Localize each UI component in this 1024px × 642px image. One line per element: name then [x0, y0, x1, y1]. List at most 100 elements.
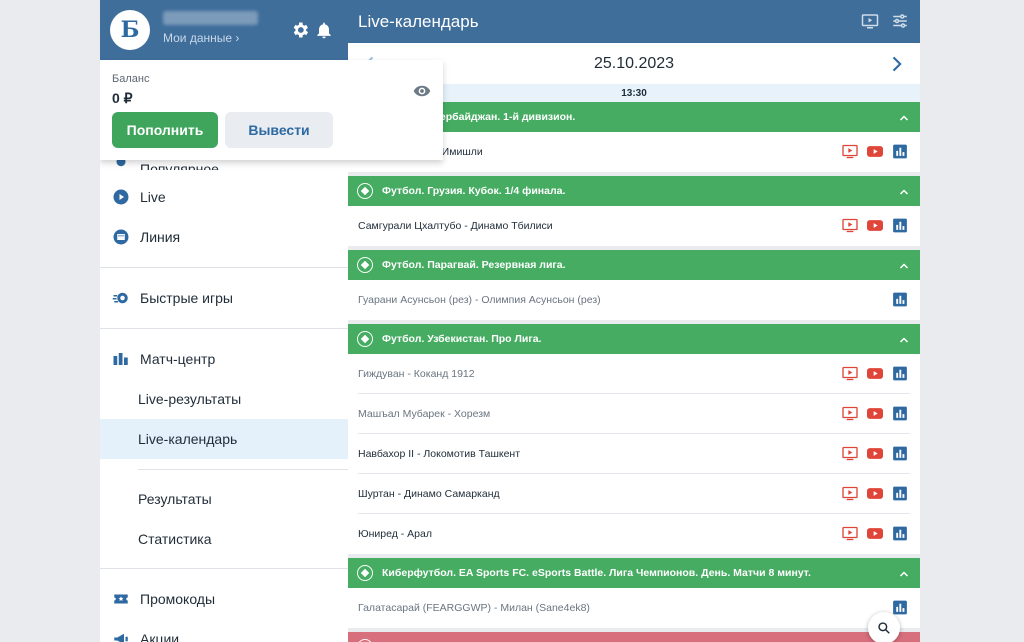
eye-icon[interactable]	[413, 82, 431, 100]
statistics-icon[interactable]	[892, 486, 908, 501]
video-icon[interactable]	[867, 144, 883, 159]
app-frame: Б Мои данные › Баланс 0 ₽ Пополнить Выве…	[100, 0, 920, 642]
match-row[interactable]: Навбахор II - Локомотив Ташкент	[358, 434, 910, 474]
match-row[interactable]: Гиждуван - Коканд 1912	[358, 354, 910, 394]
balance-panel: Баланс 0 ₽ Пополнить Вывести	[100, 60, 443, 160]
deposit-button[interactable]: Пополнить	[112, 112, 218, 148]
league-matches: Галатасарай (FEARGGWP) - Милан (Sane4ek8…	[348, 588, 920, 632]
league-header[interactable]: Футбол. Грузия. Кубок. 1/4 финала.	[348, 176, 920, 206]
match-name: Самгурали Цхалтубо - Динамо Тбилиси	[358, 220, 553, 232]
my-data-link[interactable]: Мои данные ›	[163, 31, 239, 45]
tv-stream-icon[interactable]	[842, 218, 858, 233]
top-bar: Live-календарь	[348, 0, 920, 43]
chevron-up-icon[interactable]	[898, 334, 910, 346]
league-title: Киберфутбол. EA Sports FC. eSports Battl…	[382, 567, 811, 579]
sidebar-item-label: Промокоды	[140, 591, 216, 607]
chevron-up-icon[interactable]	[898, 260, 910, 272]
league-header[interactable]: Футбол. Парагвай. Резервная лига.	[348, 250, 920, 280]
match-row[interactable]: Гуарани Асунсьон (рез) - Олимпия Асунсьо…	[358, 280, 910, 320]
statistics-icon[interactable]	[892, 600, 908, 615]
sidebar-item-label: Популярное	[140, 161, 219, 170]
bell-icon[interactable]	[314, 20, 334, 40]
league-matches: Гиждуван - Коканд 1912 Машъал Мубарек - Х…	[348, 354, 920, 558]
stats-bars-icon	[113, 353, 128, 365]
username-blurred	[163, 11, 258, 25]
withdraw-button[interactable]: Вывести	[225, 112, 333, 148]
sidebar-item-label: Live	[140, 189, 166, 205]
ticket-icon	[114, 594, 128, 604]
soccer-ball-icon	[357, 183, 373, 199]
megaphone-icon	[114, 633, 128, 642]
match-row[interactable]: Юниред - Арал	[358, 514, 910, 554]
search-icon	[878, 622, 890, 634]
chevron-up-icon[interactable]	[898, 568, 910, 580]
sidebar-item-label: Матч-центр	[140, 351, 216, 367]
league-header[interactable]: Настольный теннис. TT-Cup. Мужчины. Поль…	[348, 632, 920, 642]
match-actions	[833, 486, 908, 501]
match-actions	[833, 406, 908, 421]
match-row[interactable]: Машъал Мубарек - Хорезм	[358, 394, 910, 434]
tv-stream-icon[interactable]	[842, 406, 858, 421]
match-name: Навбахор II - Локомотив Ташкент	[358, 447, 521, 460]
soccer-ball-icon	[357, 565, 373, 581]
sidebar-item-label: Линия	[140, 229, 181, 245]
tv-stream-icon[interactable]	[842, 526, 858, 541]
soccer-ball-icon	[357, 257, 373, 273]
search-button[interactable]	[868, 612, 900, 642]
tv-stream-icon[interactable]	[842, 366, 858, 381]
chevron-up-icon[interactable]	[898, 186, 910, 198]
play-circle-icon	[113, 189, 129, 205]
sidebar-item-label: Акции	[140, 631, 180, 642]
statistics-icon[interactable]	[892, 218, 908, 233]
match-actions	[833, 526, 908, 541]
video-icon[interactable]	[867, 366, 883, 381]
statistics-icon[interactable]	[892, 366, 908, 381]
match-name: Гуарани Асунсьон (рез) - Олимпия Асунсьо…	[358, 294, 601, 306]
video-icon[interactable]	[867, 526, 883, 541]
match-name: Машъал Мубарек - Хорезм	[358, 407, 491, 420]
statistics-icon[interactable]	[892, 446, 908, 461]
soccer-ball-icon	[357, 331, 373, 347]
avatar[interactable]: Б	[110, 10, 150, 50]
league-title: Футбол. Парагвай. Резервная лига.	[382, 259, 566, 271]
sidebar-item-label: Live-календарь	[138, 431, 238, 447]
filter-sliders-icon[interactable]	[890, 12, 910, 30]
chevron-right-icon[interactable]	[886, 54, 906, 74]
league-matches: Гуарани Асунсьон (рез) - Олимпия Асунсьо…	[348, 280, 920, 324]
statistics-icon[interactable]	[892, 292, 908, 307]
current-date: 25.10.2023	[593, 54, 675, 72]
tv-stream-icon[interactable]	[842, 144, 858, 159]
match-name: Юниред - Арал	[358, 528, 432, 540]
video-icon[interactable]	[867, 446, 883, 461]
video-icon[interactable]	[867, 486, 883, 501]
sidebar-item-label: Результаты	[138, 491, 212, 507]
statistics-icon[interactable]	[892, 144, 908, 159]
tv-icon[interactable]	[860, 12, 880, 30]
gear-icon[interactable]	[290, 20, 310, 40]
league-header[interactable]: Футбол. Узбекистан. Про Лига.	[348, 324, 920, 354]
league-header[interactable]: Киберфутбол. EA Sports FC. eSports Battl…	[348, 558, 920, 588]
match-name: Шуртан - Динамо Самарканд	[358, 487, 500, 500]
match-name: Гиждуван - Коканд 1912	[358, 367, 475, 380]
video-icon[interactable]	[867, 218, 883, 233]
match-row[interactable]: Самгурали Цхалтубо - Динамо Тбилиси	[358, 206, 910, 246]
balance-label: Баланс	[112, 73, 150, 85]
match-row[interactable]: Шуртан - Динамо Самарканд	[358, 474, 910, 514]
sidebar-item-label: Быстрые игры	[140, 290, 233, 306]
sidebar-item-label: Статистика	[138, 531, 212, 547]
tv-stream-icon[interactable]	[842, 486, 858, 501]
calendar-icon	[113, 229, 129, 245]
balance-value: 0 ₽	[112, 90, 133, 106]
match-row[interactable]: Галатасарай (FEARGGWP) - Милан (Sane4ek8…	[358, 588, 910, 628]
match-name: Галатасарай (FEARGGWP) - Милан (Sane4ek8…	[358, 602, 590, 614]
match-actions	[833, 218, 908, 233]
video-icon[interactable]	[867, 406, 883, 421]
statistics-icon[interactable]	[892, 526, 908, 541]
fast-games-icon	[112, 292, 128, 304]
chevron-up-icon[interactable]	[898, 112, 910, 124]
tv-stream-icon[interactable]	[842, 446, 858, 461]
match-actions	[833, 144, 908, 159]
match-actions	[833, 366, 908, 381]
statistics-icon[interactable]	[892, 406, 908, 421]
league-matches: Самгурали Цхалтубо - Динамо Тбилиси	[348, 206, 920, 250]
